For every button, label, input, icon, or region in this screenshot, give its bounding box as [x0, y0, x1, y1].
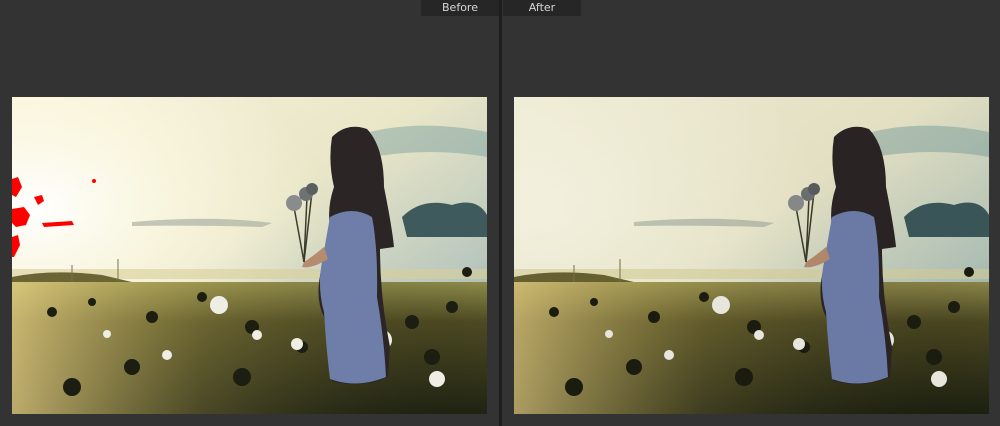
after-photo[interactable] — [514, 97, 989, 414]
before-pane: Before — [0, 0, 499, 426]
before-label[interactable]: Before — [421, 0, 499, 16]
before-after-viewer: Before After — [0, 0, 1000, 426]
after-photo-image — [514, 97, 989, 414]
after-pane: After — [502, 0, 1000, 426]
before-photo[interactable] — [12, 97, 487, 414]
after-label[interactable]: After — [503, 0, 581, 16]
before-photo-image — [12, 97, 487, 414]
